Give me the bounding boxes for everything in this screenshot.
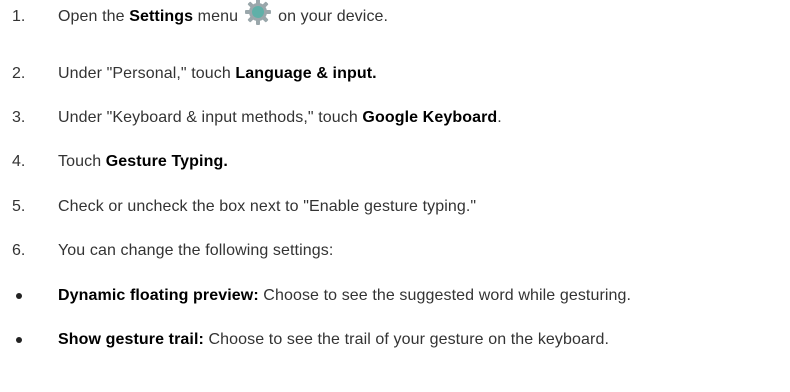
step-bold: Settings: [129, 8, 194, 25]
bullet-description: Choose to see the trail of your gesture …: [203, 331, 609, 348]
bullet-bold: Show gesture trail:: [58, 331, 204, 348]
step-text-before: Under "Personal," touch: [58, 65, 236, 82]
bullet-dot-icon: [16, 293, 22, 299]
bullet-text: Show gesture trail: Choose to see the tr…: [58, 329, 609, 351]
step-number: 5.: [12, 198, 26, 215]
step-bold: Gesture Typing.: [105, 153, 228, 170]
bullet-text: Dynamic floating preview: Choose to see …: [58, 285, 631, 307]
step-text-middle: menu: [193, 8, 239, 25]
step-number: 2.: [12, 65, 26, 82]
step-text-before: Under "Keyboard & input methods," touch: [58, 109, 363, 126]
step-text: Under "Personal," touch Language & input…: [58, 63, 377, 85]
step-number: 6.: [12, 242, 26, 259]
bullet-bold: Dynamic floating preview:: [58, 287, 259, 304]
bullet-dot-icon: [16, 337, 22, 343]
step-bold: Google Keyboard: [362, 109, 498, 126]
settings-gear-icon: [244, 0, 272, 26]
step-text: Check or uncheck the box next to "Enable…: [58, 198, 477, 215]
step-bold: Language & input.: [235, 65, 377, 82]
step-number: 3.: [12, 109, 26, 126]
step-number: 1.: [12, 8, 26, 25]
step-text-before: Open the: [58, 8, 130, 25]
bullet-description: Choose to see the suggested word while g…: [258, 287, 632, 304]
step-text: Under "Keyboard & input methods," touch …: [58, 107, 502, 129]
step-text-before: Touch: [58, 153, 106, 170]
step-text-after: .: [497, 109, 502, 126]
step-text: Touch Gesture Typing.: [58, 151, 228, 173]
step-text: Open the Settings menu on your device.: [58, 0, 389, 28]
step-text-after: on your device.: [278, 8, 389, 25]
step-number: 4.: [12, 153, 26, 170]
step-text: You can change the following settings:: [58, 242, 334, 259]
